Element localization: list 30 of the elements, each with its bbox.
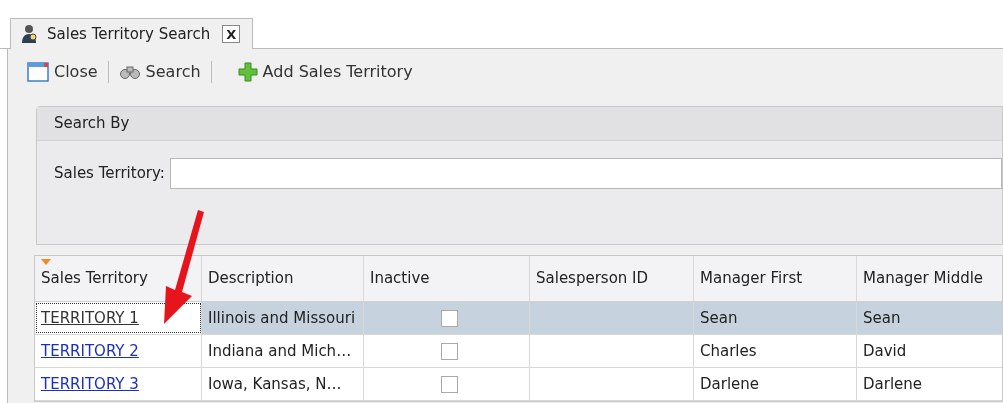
column-header[interactable]: Inactive [364,256,530,301]
column-header[interactable]: Description [202,256,364,301]
column-header[interactable]: Manager Middle [857,256,1003,301]
table-cell: Illinois and Missouri [202,302,364,334]
table-cell: Sean [857,302,1003,334]
sales-territory-field[interactable] [169,158,1002,189]
column-header[interactable]: Manager First [694,256,857,301]
add-button[interactable]: Add Sales Territory [235,60,415,84]
search-button[interactable]: Search [116,60,203,84]
field-label: Sales Territory: [54,163,165,185]
table-cell: Iowa, Kansas, N… [202,368,364,400]
table-cell: Charles [694,335,857,367]
table-cell: Indiana and Mich… [202,335,364,367]
window-icon [27,62,49,82]
close-button[interactable]: Close [25,60,100,84]
group-title: Search By [54,113,130,135]
table-cell: David [857,335,1003,367]
sort-icon [41,259,51,265]
table-cell: Sean [694,302,857,334]
column-header[interactable]: Salesperson ID [530,256,694,301]
tab[interactable]: Sales Territory Search X [10,18,254,49]
plus-icon [237,62,258,82]
binoculars-icon [118,64,141,80]
tab-title: Sales Territory Search [47,23,211,45]
table-cell: Darlene [694,368,857,400]
table-cell: Darlene [857,368,1003,400]
tab-close-button[interactable]: X [222,25,241,43]
territory-link[interactable]: TERRITORY 3 [41,372,139,396]
territory-link[interactable]: TERRITORY 2 [41,339,139,363]
user-search-icon [21,24,39,44]
